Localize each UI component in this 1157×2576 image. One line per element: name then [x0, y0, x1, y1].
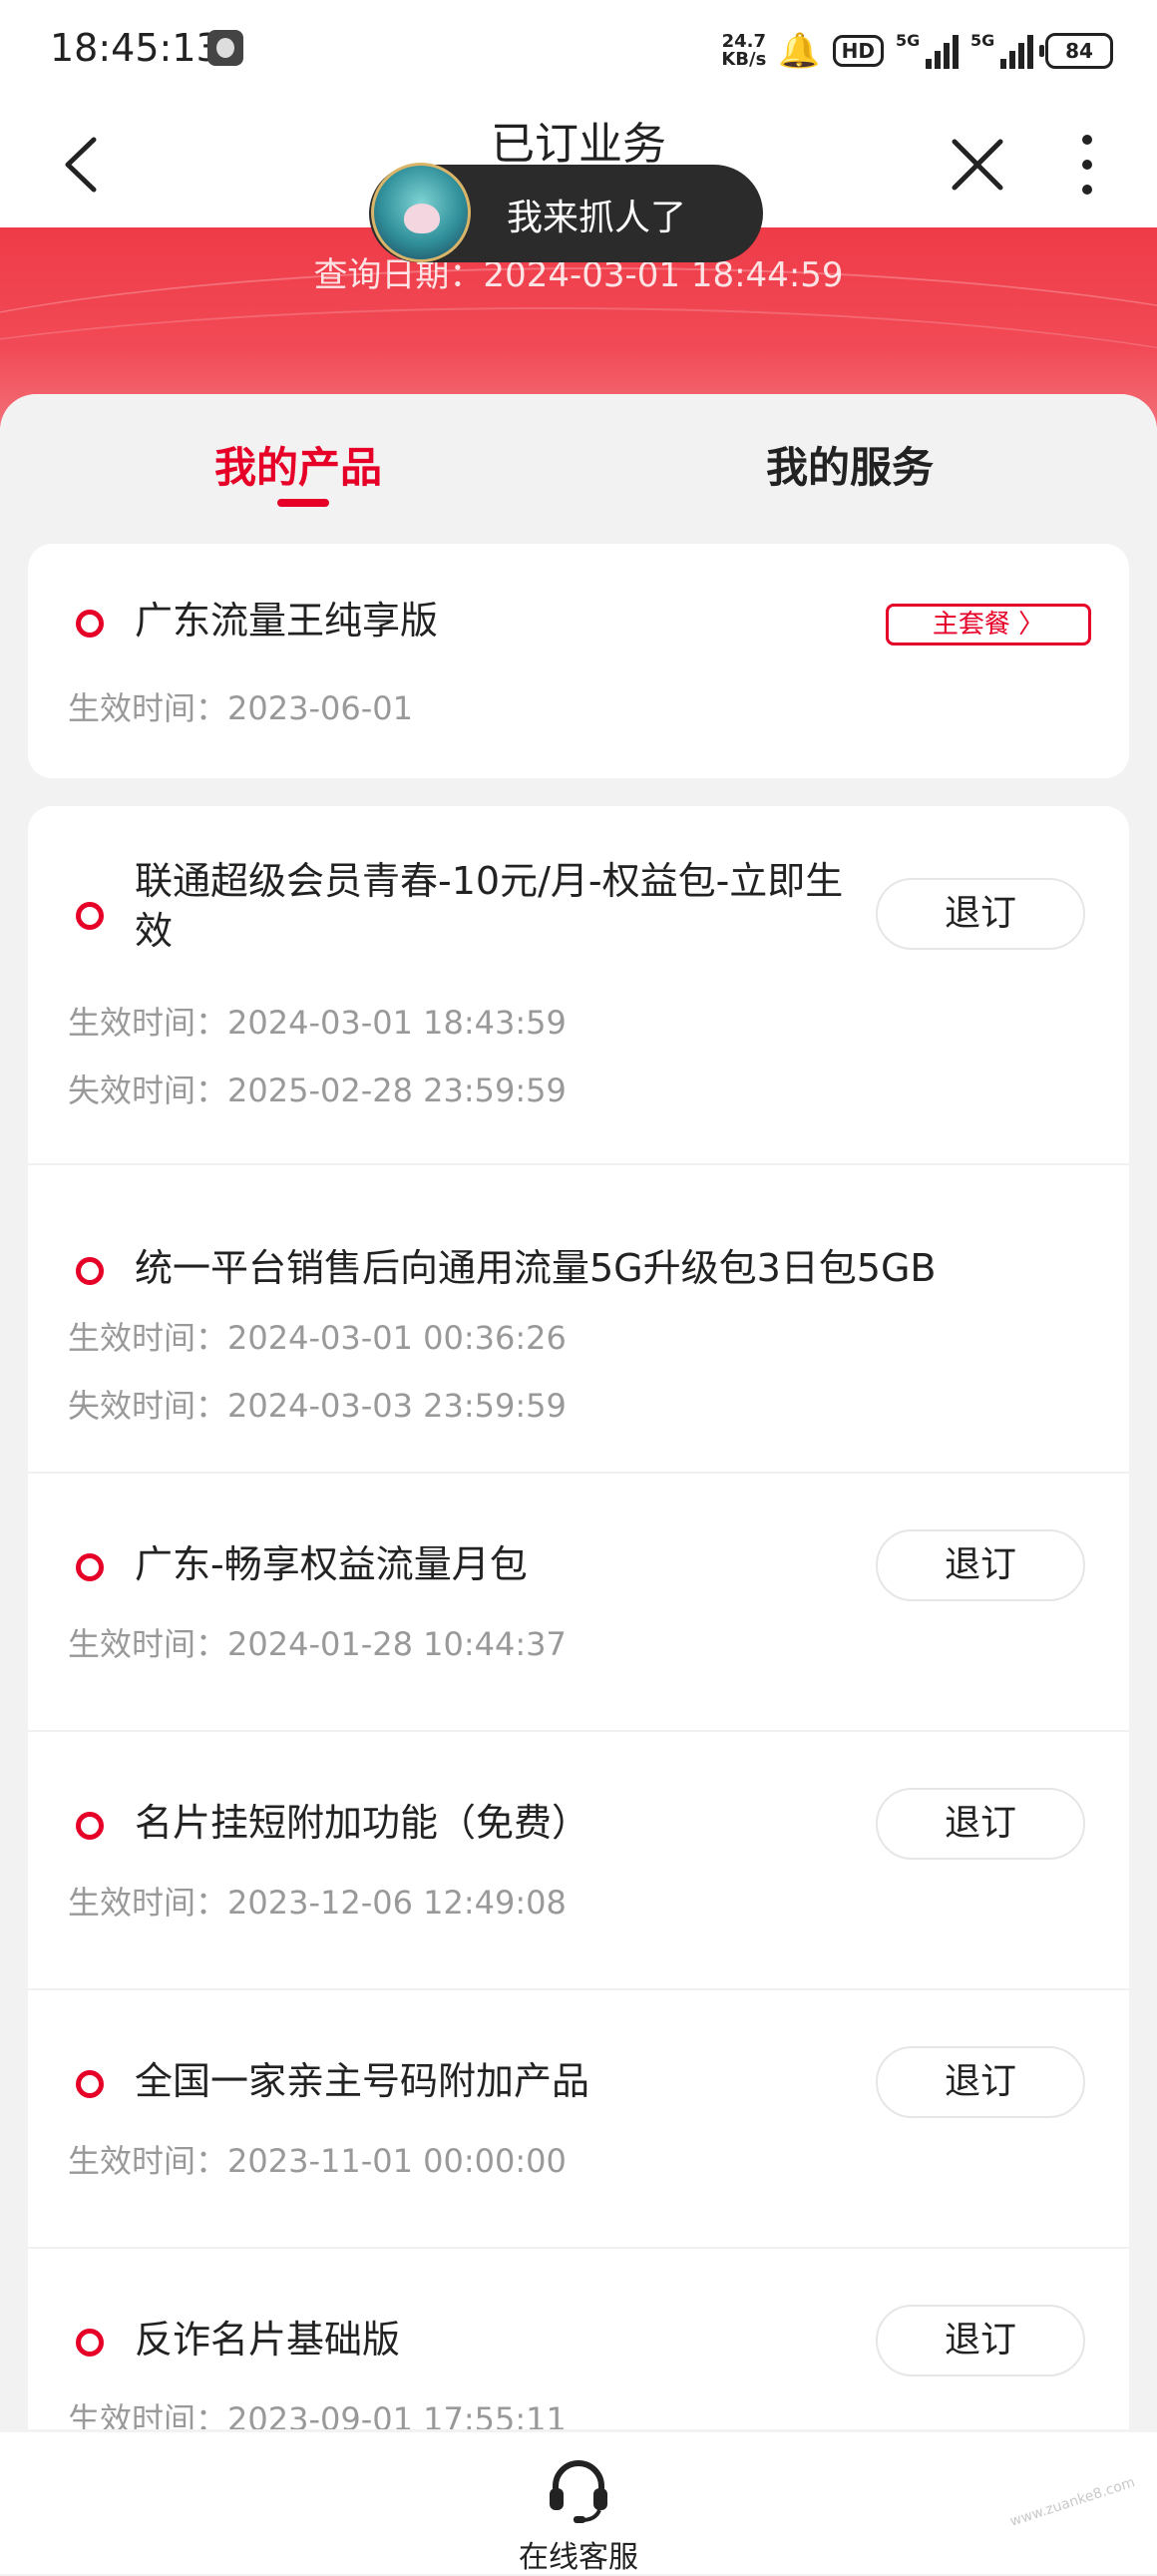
bullet-icon [76, 1553, 104, 1581]
bullet-icon [76, 902, 104, 930]
more-options-icon[interactable] [1067, 130, 1107, 200]
product-name: 广东流量王纯享版 [135, 599, 439, 643]
tab-bar: 我的产品 我的服务 [0, 394, 1157, 544]
signal-label: 5G [896, 31, 921, 50]
product-name: 反诈名片基础版 [135, 2318, 401, 2361]
avatar [371, 163, 471, 262]
product-name: 名片挂短附加功能（免费） [135, 1801, 590, 1845]
list-item: 联通超级会员青春-10元/月-权益包-立即生效 退订 生效时间：2024-03-… [28, 806, 1129, 1165]
app-notification-icon [207, 30, 243, 66]
list-item: 统一平台销售后向通用流量5G升级包3日包5GB 生效时间：2024-03-01 … [28, 1165, 1129, 1474]
tab-my-services[interactable]: 我的服务 [766, 434, 934, 495]
close-icon[interactable] [943, 130, 1012, 200]
status-bar: 18:45:13 24.7 KB/s 🔔 HD 5G 5G 84 [0, 0, 1157, 100]
network-speed-unit: KB/s [721, 49, 767, 70]
main-package-badge[interactable]: 主套餐 〉 [886, 604, 1091, 645]
toast-message: 我来抓人了 [507, 198, 687, 238]
effective-time: 生效时间：2024-01-28 10:44:37 [68, 1625, 567, 1663]
headset-icon[interactable] [544, 2454, 613, 2524]
list-item: 广东-畅享权益流量月包 退订 生效时间：2024-01-28 10:44:37 [28, 1474, 1129, 1732]
unsubscribe-button[interactable]: 退订 [876, 2305, 1085, 2376]
product-name: 统一平台销售后向通用流量5G升级包3日包5GB [135, 1246, 937, 1290]
bottom-bar: 在线客服 [0, 2432, 1157, 2576]
expire-time: 失效时间：2025-02-28 23:59:59 [68, 1072, 567, 1109]
effective-time: 生效时间：2024-03-01 18:43:59 [68, 1004, 567, 1042]
tab-indicator [277, 499, 329, 507]
online-service-label[interactable]: 在线客服 [0, 2532, 1157, 2576]
unsubscribe-button[interactable]: 退订 [876, 2046, 1085, 2118]
bullet-icon [76, 1257, 104, 1285]
unsubscribe-button[interactable]: 退订 [876, 1529, 1085, 1601]
list-item: 反诈名片基础版 退订 生效时间：2023-09-01 17:55:11 [28, 2249, 1129, 2429]
bullet-icon [76, 2070, 104, 2098]
tab-my-products[interactable]: 我的产品 [214, 434, 382, 495]
battery-icon: 84 [1039, 33, 1113, 69]
signal-label-2: 5G [970, 31, 995, 50]
unsubscribe-button[interactable]: 退订 [876, 1788, 1085, 1860]
bullet-icon [76, 2329, 104, 2357]
bell-icon: 🔔 [778, 31, 821, 71]
effective-time: 生效时间：2023-06-01 [68, 689, 413, 727]
signal-icon: 5G [896, 31, 959, 69]
bullet-icon [76, 610, 104, 638]
products-card: 联通超级会员青春-10元/月-权益包-立即生效 退订 生效时间：2024-03-… [28, 806, 1129, 2429]
effective-time: 生效时间：2024-03-01 00:36:26 [68, 1319, 567, 1357]
unsubscribe-button[interactable]: 退订 [876, 878, 1085, 950]
product-name: 联通超级会员青春-10元/月-权益包-立即生效 [135, 859, 844, 953]
effective-time: 生效时间：2023-11-01 00:00:00 [68, 2142, 567, 2180]
expire-time: 失效时间：2024-03-03 23:59:59 [68, 1387, 567, 1425]
toast-popup: 我来抓人了 [369, 163, 763, 262]
product-name: 全国一家亲主号码附加产品 [135, 2059, 590, 2103]
status-time: 18:45:13 [50, 26, 220, 70]
effective-time: 生效时间：2023-09-01 17:55:11 [68, 2400, 567, 2429]
status-indicators: 24.7 KB/s 🔔 HD 5G 5G 84 [721, 26, 1113, 76]
main-package-card: 广东流量王纯享版 主套餐 〉 生效时间：2023-06-01 [28, 544, 1129, 778]
list-item: 名片挂短附加功能（免费） 退订 生效时间：2023-12-06 12:49:08 [28, 1732, 1129, 1990]
list-item: 全国一家亲主号码附加产品 退订 生效时间：2023-11-01 00:00:00 [28, 1990, 1129, 2249]
content-panel: 我的产品 我的服务 广东流量王纯享版 主套餐 〉 生效时间：2023-06-01… [0, 394, 1157, 2429]
bullet-icon [76, 1812, 104, 1840]
network-speed: 24.7 KB/s [721, 33, 766, 69]
effective-time: 生效时间：2023-12-06 12:49:08 [68, 1884, 567, 1922]
signal-icon-2: 5G [970, 31, 1033, 69]
hd-icon: HD [832, 35, 884, 67]
product-name: 广东-畅享权益流量月包 [135, 1542, 528, 1586]
